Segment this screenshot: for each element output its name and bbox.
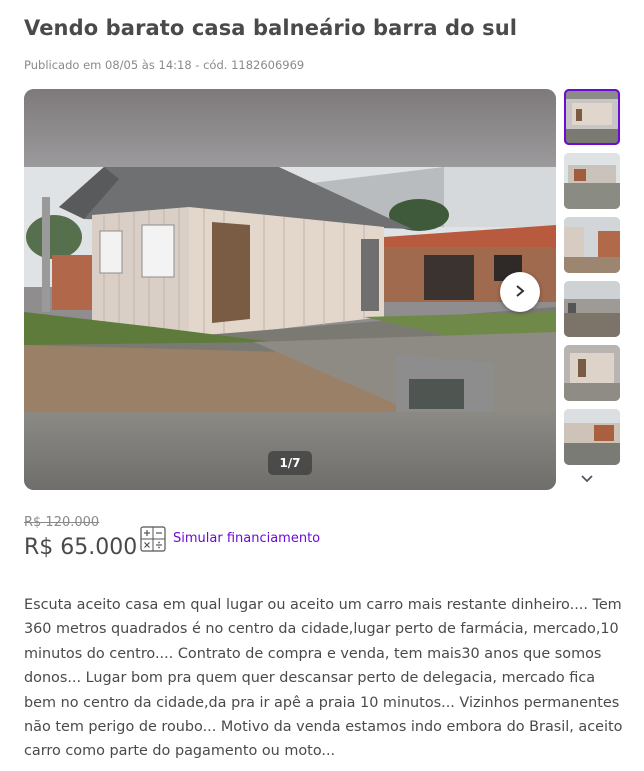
chevron-down-icon bbox=[580, 469, 594, 488]
main-photo[interactable] bbox=[24, 167, 556, 412]
thumbnail-1[interactable] bbox=[564, 89, 620, 145]
thumbnail-4[interactable] bbox=[564, 281, 620, 337]
calculator-icon[interactable] bbox=[140, 526, 166, 552]
image-counter: 1/7 bbox=[268, 451, 312, 475]
image-gallery[interactable] bbox=[24, 89, 556, 490]
thumbnails-more-button[interactable] bbox=[575, 468, 599, 488]
thumbnail-strip bbox=[564, 89, 620, 473]
simulate-financing-link[interactable]: Simular financiamento bbox=[173, 531, 320, 546]
thumbnail-2[interactable] bbox=[564, 153, 620, 209]
listing-meta: Publicado em 08/05 às 14:18 - cód. 11826… bbox=[24, 58, 305, 72]
thumbnail-5[interactable] bbox=[564, 345, 620, 401]
chevron-right-icon bbox=[513, 283, 527, 302]
price: R$ 65.000 bbox=[24, 535, 138, 560]
next-image-button[interactable] bbox=[500, 272, 540, 312]
old-price: R$ 120.000 bbox=[24, 515, 100, 530]
listing-title: Vendo barato casa balneário barra do sul bbox=[24, 16, 518, 40]
gallery-backdrop-top bbox=[24, 89, 556, 167]
thumbnail-6[interactable] bbox=[564, 409, 620, 465]
thumbnail-3[interactable] bbox=[564, 217, 620, 273]
listing-description: Escuta aceito casa em qual lugar ou acei… bbox=[24, 597, 623, 760]
